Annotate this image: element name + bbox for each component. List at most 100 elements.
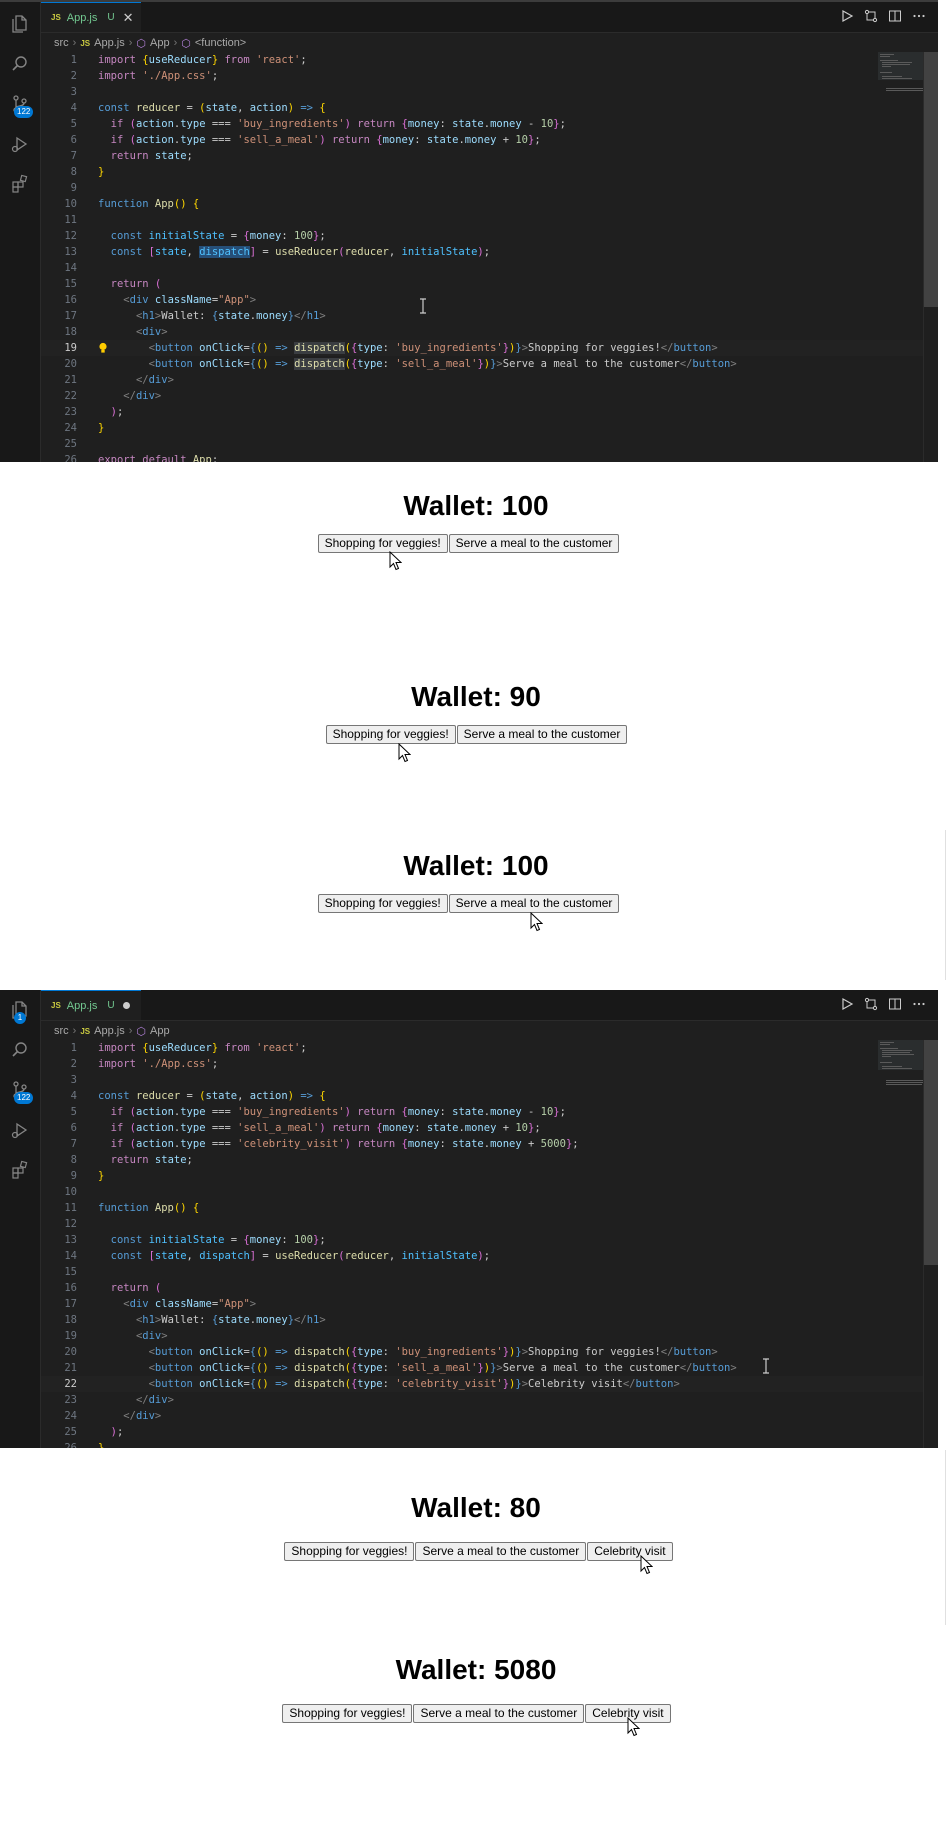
line-text[interactable]: <div> [98, 1328, 168, 1344]
code-line[interactable]: 6 if (action.type === 'sell_a_meal') ret… [41, 132, 924, 148]
code-line[interactable]: 17 <div className="App"> [41, 1296, 924, 1312]
line-text[interactable]: if (action.type === 'buy_ingredients') r… [98, 1104, 566, 1120]
shopping-button[interactable]: Shopping for veggies! [282, 1704, 413, 1723]
line-text[interactable]: import {useReducer} from 'react'; [98, 52, 307, 68]
line-text[interactable]: function App() { [98, 1200, 199, 1216]
code-line[interactable]: 24} [41, 420, 924, 436]
serve-meal-button[interactable]: Serve a meal to the customer [415, 1542, 587, 1561]
line-text[interactable]: <button onClick={() => dispatch({type: '… [98, 1376, 680, 1392]
line-text[interactable]: export default App; [98, 452, 218, 462]
code-line[interactable]: 26 export default App; [41, 452, 924, 462]
code-line[interactable]: 20 <button onClick={() => dispatch({type… [41, 356, 924, 372]
line-text[interactable]: if (action.type === 'celebrity_visit') r… [98, 1136, 579, 1152]
code-line[interactable]: 10 function App() { [41, 196, 924, 212]
line-text[interactable]: return state; [98, 148, 193, 164]
breadcrumb-file[interactable]: App.js [94, 37, 125, 49]
code-line[interactable]: 11 [41, 212, 924, 228]
line-text[interactable]: } [98, 1440, 104, 1448]
code-line[interactable]: 7 return state; [41, 148, 924, 164]
line-text[interactable]: } [98, 420, 104, 436]
line-text[interactable]: ); [98, 1424, 124, 1440]
line-text[interactable]: <button onClick={() => dispatch({type: '… [98, 340, 718, 356]
code-line[interactable]: 12 [41, 1216, 924, 1232]
code-line[interactable]: 17 <h1>Wallet: {state.money}</h1> [41, 308, 924, 324]
run-icon[interactable] [840, 997, 854, 1011]
code-line[interactable]: 26} [41, 1440, 924, 1448]
line-text[interactable]: return ( [98, 1280, 162, 1296]
code-line[interactable]: 20 <button onClick={() => dispatch({type… [41, 1344, 924, 1360]
code-line[interactable]: 1 import {useReducer} from 'react'; [41, 52, 924, 68]
serve-meal-button[interactable]: Serve a meal to the customer [448, 534, 620, 553]
shopping-button[interactable]: Shopping for veggies! [317, 894, 448, 913]
line-text[interactable]: return state; [98, 1152, 193, 1168]
line-text[interactable]: const [state, dispatch] = useReducer(red… [98, 1248, 490, 1264]
scrollbar-thumb[interactable] [924, 52, 938, 307]
code-line[interactable]: 23 ); [41, 404, 924, 420]
split-editor-icon[interactable] [888, 9, 902, 23]
line-text[interactable]: </div> [98, 1408, 161, 1424]
line-text[interactable]: } [98, 164, 104, 180]
code-line[interactable]: 23 </div> [41, 1392, 924, 1408]
code-line[interactable]: 21 <button onClick={() => dispatch({type… [41, 1360, 924, 1376]
serve-meal-button[interactable]: Serve a meal to the customer [448, 894, 620, 913]
code-line[interactable]: 15 [41, 1264, 924, 1280]
unsaved-changes-dot-icon[interactable] [122, 1002, 130, 1009]
breadcrumb-symbol[interactable]: App [150, 1025, 170, 1037]
line-text[interactable]: <button onClick={() => dispatch({type: '… [98, 356, 737, 372]
close-tab-icon[interactable]: ✕ [123, 10, 134, 26]
line-text[interactable]: const initialState = {money: 100}; [98, 228, 326, 244]
line-text[interactable]: if (action.type === 'sell_a_meal') retur… [98, 132, 541, 148]
line-text[interactable]: </div> [98, 388, 161, 404]
code-line[interactable]: 9} [41, 1168, 924, 1184]
serve-meal-button[interactable]: Serve a meal to the customer [456, 725, 628, 744]
code-line[interactable]: 22 <button onClick={() => dispatch({type… [41, 1376, 924, 1392]
run-debug-icon[interactable] [10, 134, 30, 154]
code-line[interactable]: 10 [41, 1184, 924, 1200]
code-line[interactable]: 19 <button onClick={() => dispatch({type… [41, 340, 924, 356]
split-editor-icon[interactable] [888, 997, 902, 1011]
code-line[interactable]: 9 [41, 180, 924, 196]
celebrity-visit-button[interactable]: Celebrity visit [587, 1542, 673, 1561]
code-line[interactable]: 15 return ( [41, 276, 924, 292]
code-line[interactable]: 2 import './App.css'; [41, 68, 924, 84]
code-line[interactable]: 16 return ( [41, 1280, 924, 1296]
code-line[interactable]: 4 const reducer = (state, action) => { [41, 1088, 924, 1104]
code-line[interactable]: 7 if (action.type === 'celebrity_visit')… [41, 1136, 924, 1152]
more-actions-icon[interactable] [912, 997, 926, 1011]
shopping-button[interactable]: Shopping for veggies! [317, 534, 448, 553]
breadcrumb-symbol[interactable]: <function> [195, 37, 246, 49]
breadcrumb-symbol[interactable]: App [150, 37, 170, 49]
run-icon[interactable] [840, 9, 854, 23]
line-text[interactable]: if (action.type === 'sell_a_meal') retur… [98, 1120, 541, 1136]
extensions-icon[interactable] [10, 174, 30, 194]
code-line[interactable]: 5 if (action.type === 'buy_ingredients')… [41, 116, 924, 132]
code-line[interactable]: 11 function App() { [41, 1200, 924, 1216]
line-text[interactable]: <h1>Wallet: {state.money}</h1> [98, 308, 326, 324]
search-icon[interactable] [10, 1040, 30, 1060]
minimap[interactable] [878, 52, 924, 132]
code-line[interactable]: 16 <div className="App"> [41, 292, 924, 308]
code-line[interactable]: 5 if (action.type === 'buy_ingredients')… [41, 1104, 924, 1120]
line-text[interactable]: const [state, dispatch] = useReducer(red… [98, 244, 490, 260]
code-line[interactable]: 25 ); [41, 1424, 924, 1440]
line-text[interactable]: const initialState = {money: 100}; [98, 1232, 326, 1248]
minimap[interactable] [878, 1040, 924, 1120]
scrollbar-thumb[interactable] [924, 1040, 938, 1265]
shopping-button[interactable]: Shopping for veggies! [325, 725, 456, 744]
vertical-scrollbar[interactable] [923, 1040, 938, 1448]
compare-changes-icon[interactable] [864, 997, 878, 1011]
breadcrumb-folder[interactable]: src [54, 1025, 69, 1037]
line-text[interactable]: <div> [98, 324, 168, 340]
code-line[interactable]: 24 </div> [41, 1408, 924, 1424]
code-area[interactable]: 1 import {useReducer} from 'react'; 2 impor… [41, 52, 924, 462]
more-actions-icon[interactable] [912, 9, 926, 23]
line-text[interactable]: import './App.css'; [98, 1056, 218, 1072]
tab-app-js[interactable]: JS App.js U ✕ [41, 2, 141, 32]
line-text[interactable]: function App() { [98, 196, 199, 212]
explorer-icon[interactable] [10, 14, 30, 34]
shopping-button[interactable]: Shopping for veggies! [284, 1542, 415, 1561]
code-line[interactable]: 21 </div> [41, 372, 924, 388]
line-text[interactable]: if (action.type === 'buy_ingredients') r… [98, 116, 566, 132]
code-line[interactable]: 3 [41, 1072, 924, 1088]
code-line[interactable]: 25 [41, 436, 924, 452]
